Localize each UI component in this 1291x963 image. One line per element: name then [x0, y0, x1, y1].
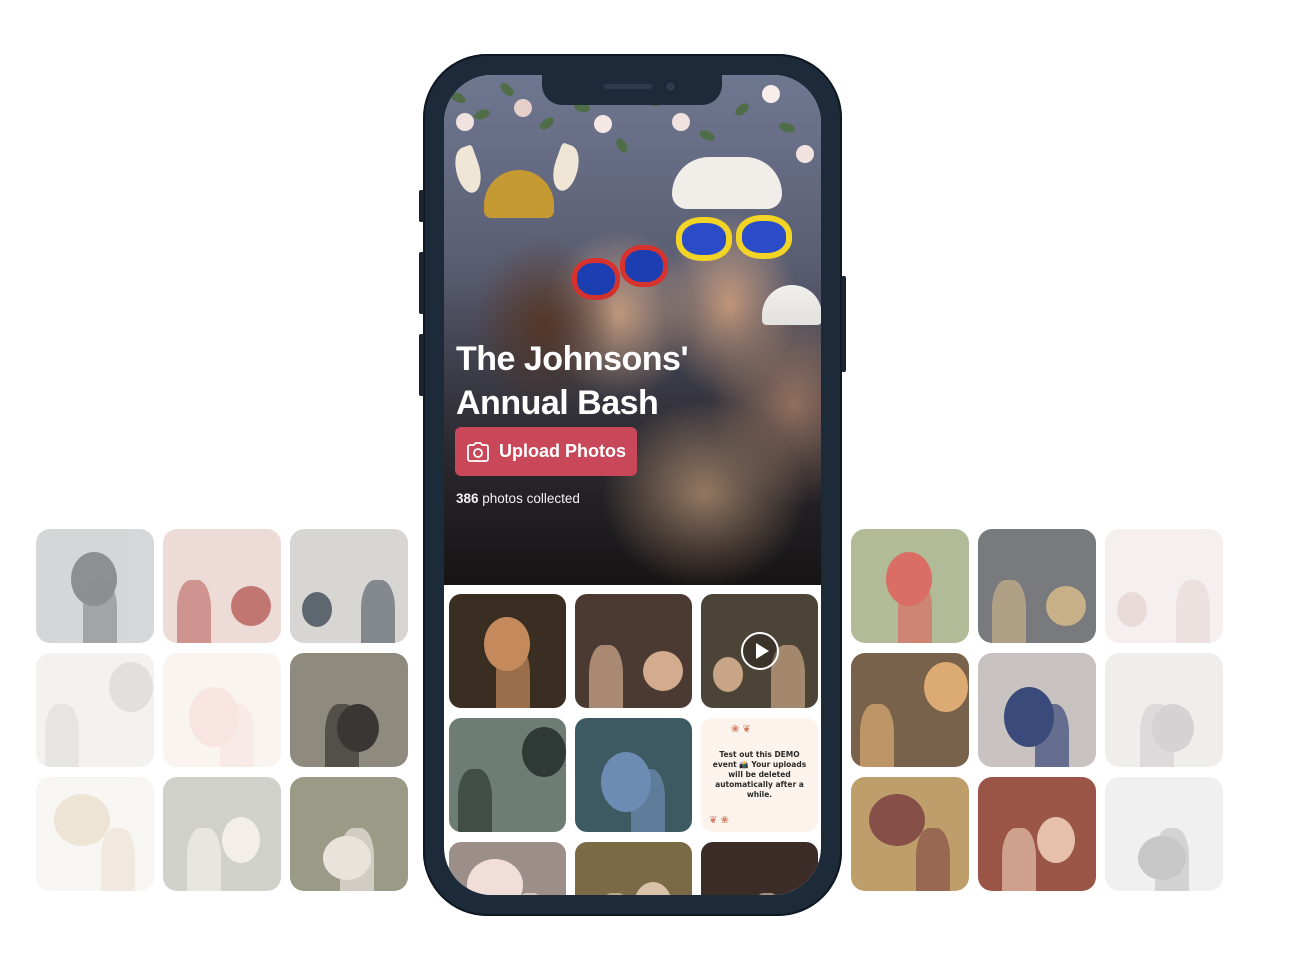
- gallery-photo-right-3: [1105, 529, 1223, 643]
- photo-figure: [1140, 704, 1175, 767]
- mute-switch: [419, 190, 424, 222]
- event-title-line2: Annual Bash: [456, 384, 659, 422]
- app-screen: The Johnsons' Annual Bash Upload Photos …: [444, 75, 821, 895]
- photo-subject: [222, 816, 260, 863]
- front-camera: [664, 80, 677, 93]
- photo-subject: [109, 662, 154, 713]
- volume-up-button: [419, 252, 424, 314]
- gallery-photo-left-7: [36, 777, 154, 891]
- photo-wall-left: [36, 529, 408, 891]
- photo-subject: [466, 859, 523, 895]
- event-cover-photo: The Johnsons' Annual Bash Upload Photos …: [444, 75, 821, 585]
- demo-notice-card: ❀ ❦ Test out this DEMO event 📸 Your uploa…: [701, 718, 818, 832]
- photo-figure: [219, 704, 254, 767]
- feed-photo-1[interactable]: [449, 594, 566, 708]
- gallery-photo-left-4: [36, 653, 154, 767]
- photo-figure: [1034, 704, 1069, 767]
- photo-subject: [301, 591, 332, 627]
- upload-photos-button[interactable]: Upload Photos: [455, 427, 637, 476]
- feed-photo-3[interactable]: [701, 594, 818, 708]
- gallery-photo-right-1: [851, 529, 969, 643]
- photo-subject: [924, 662, 969, 713]
- feed-photo-4[interactable]: [449, 718, 566, 832]
- feed-photo-2[interactable]: [575, 594, 692, 708]
- photo-figure: [992, 580, 1027, 643]
- photo-figure: [83, 580, 118, 643]
- photo-figure: [186, 828, 221, 891]
- photo-figure: [360, 580, 395, 643]
- gallery-photo-right-5: [978, 653, 1096, 767]
- gallery-photo-right-4: [851, 653, 969, 767]
- photo-feed: ❀ ❦ Test out this DEMO event 📸 Your uploa…: [449, 594, 818, 895]
- gallery-photo-left-6: [290, 653, 408, 767]
- gallery-photo-right-6: [1105, 653, 1223, 767]
- feed-photo-5[interactable]: [575, 718, 692, 832]
- photo-subject: [1037, 816, 1075, 863]
- photo-figure: [898, 580, 933, 643]
- photo-figure: [177, 580, 212, 643]
- photo-count-suffix: photos collected: [478, 491, 580, 506]
- photo-figure: [1001, 828, 1036, 891]
- photo-subject: [712, 656, 743, 692]
- photo-figure: [915, 828, 950, 891]
- photo-subject: [53, 794, 110, 847]
- gallery-photo-left-8: [163, 777, 281, 891]
- photo-figure: [45, 704, 80, 767]
- photo-figure: [1154, 828, 1189, 891]
- photo-figure: [458, 769, 493, 832]
- feed-photo-9[interactable]: [701, 842, 818, 895]
- feed-photo-8[interactable]: [575, 842, 692, 895]
- photo-figure: [1175, 580, 1210, 643]
- event-title: The Johnsons' Annual Bash: [456, 337, 776, 425]
- photo-subject: [1116, 591, 1147, 627]
- photo-figure: [750, 893, 785, 895]
- photo-subject: [1046, 586, 1087, 626]
- photo-figure: [631, 769, 666, 832]
- photo-figure: [860, 704, 895, 767]
- gallery-photo-right-9: [1105, 777, 1223, 891]
- gallery-photo-right-8: [978, 777, 1096, 891]
- play-icon[interactable]: [740, 632, 779, 670]
- photo-subject: [231, 586, 272, 626]
- gallery-photo-left-3: [290, 529, 408, 643]
- feed-photo-7[interactable]: [449, 842, 566, 895]
- gallery-photo-right-2: [978, 529, 1096, 643]
- event-title-line1: The Johnsons': [456, 340, 689, 378]
- photo-figure: [325, 704, 360, 767]
- photo-subject: [642, 651, 683, 691]
- volume-down-button: [419, 334, 424, 396]
- gallery-photo-left-1: [36, 529, 154, 643]
- floral-decoration: ❀ ❦: [731, 724, 751, 735]
- gallery-photo-left-9: [290, 777, 408, 891]
- gallery-photo-right-7: [851, 777, 969, 891]
- photo-wall-right: [851, 529, 1223, 891]
- upload-photos-label: Upload Photos: [499, 441, 626, 461]
- phone-frame: The Johnsons' Annual Bash Upload Photos …: [419, 54, 846, 916]
- photo-subject: [868, 794, 925, 847]
- photo-figure: [589, 645, 624, 708]
- photo-count: 386 photos collected: [456, 491, 580, 506]
- demo-notice-text: Test out this DEMO event 📸 Your uploads …: [712, 750, 807, 799]
- photo-subject: [521, 727, 566, 778]
- photo-figure: [598, 893, 633, 895]
- edge-fade: [0, 520, 40, 900]
- photo-figure: [100, 828, 135, 891]
- photo-subject: [633, 881, 672, 895]
- gallery-photo-left-2: [163, 529, 281, 643]
- photo-figure: [339, 828, 374, 891]
- phone-notch: [542, 75, 722, 105]
- photo-figure: [495, 645, 530, 708]
- photo-count-number: 386: [456, 491, 479, 506]
- power-button: [841, 276, 846, 372]
- camera-icon: [467, 441, 489, 462]
- earpiece-speaker: [604, 84, 652, 89]
- floral-decoration: ❦ ❀: [709, 815, 729, 826]
- gallery-photo-left-5: [163, 653, 281, 767]
